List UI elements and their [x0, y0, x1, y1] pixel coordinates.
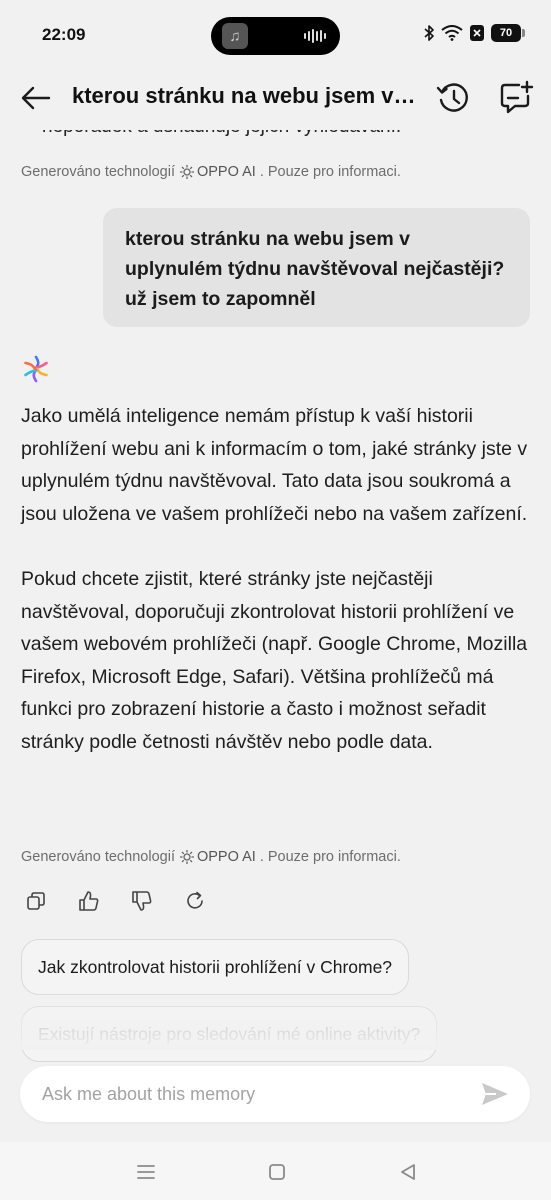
battery-level: 70	[499, 27, 513, 39]
previous-message-fragment: neporádek a usnadňuje jejich vyhledávání…	[42, 130, 401, 138]
status-icons: 70	[423, 24, 525, 42]
generated-note-prefix: Generováno technologií	[21, 849, 175, 865]
page-title: kterou stránku na webu jsem v ...	[72, 83, 417, 108]
thumbs-up-icon[interactable]	[78, 890, 100, 912]
status-bar: 22:09 ♫ 70	[0, 0, 551, 70]
user-message: kterou stránku na webu jsem v uplynulém …	[103, 208, 530, 327]
message-actions	[25, 890, 206, 912]
gear-icon	[179, 165, 194, 179]
oppo-ai-logo-icon	[24, 355, 48, 383]
history-clock-icon[interactable]	[435, 79, 473, 117]
menu-icon[interactable]	[135, 1161, 157, 1183]
send-icon[interactable]	[480, 1080, 510, 1108]
suggestion-chip[interactable]: Jak zkontrolovat historii prohlížení v C…	[21, 939, 410, 995]
back-triangle-icon[interactable]	[397, 1161, 419, 1183]
message-input[interactable]	[42, 1066, 462, 1122]
oppo-ai-brand: OPPO AI	[196, 164, 256, 180]
new-chat-icon[interactable]	[497, 79, 535, 117]
gear-icon	[179, 850, 194, 864]
copy-icon[interactable]	[25, 890, 47, 912]
generated-note-suffix: . Pouze pro informaci.	[259, 849, 401, 865]
status-time: 22:09	[42, 25, 86, 44]
home-icon[interactable]	[266, 1161, 288, 1183]
battery-icon: 70	[491, 24, 525, 42]
regenerate-icon[interactable]	[184, 890, 206, 912]
bluetooth-icon	[424, 25, 434, 41]
system-nav-bar	[0, 1142, 551, 1200]
chat-area[interactable]: neporádek a usnadňuje jejich vyhledávání…	[0, 130, 551, 1142]
message-input-bar	[20, 1066, 530, 1122]
generated-note-suffix: . Pouze pro informaci.	[259, 164, 401, 180]
scroll-fade	[0, 990, 551, 1050]
app-bar: kterou stránku na webu jsem v ...	[0, 70, 551, 130]
ai-response: Jako umělá inteligence nemám přístup k v…	[21, 400, 531, 791]
generated-note-prefix: Generováno technologií	[21, 164, 175, 180]
back-arrow-icon[interactable]	[18, 80, 54, 116]
music-icon: ♫	[222, 23, 248, 49]
ai-paragraph: Pokud chcete zjistit, které stránky jste…	[21, 567, 528, 753]
oppo-ai-brand: OPPO AI	[196, 849, 256, 865]
generated-note: Generováno technologií OPPO AI . Pouze p…	[21, 164, 401, 180]
wifi-icon	[441, 25, 463, 41]
dynamic-island[interactable]: ♫	[211, 17, 340, 55]
audio-wave-icon	[304, 29, 326, 43]
no-sim-icon	[470, 25, 484, 41]
generated-note: Generováno technologií OPPO AI . Pouze p…	[21, 849, 401, 865]
ai-paragraph: Jako umělá inteligence nemám přístup k v…	[21, 405, 528, 525]
thumbs-down-icon[interactable]	[131, 890, 153, 912]
